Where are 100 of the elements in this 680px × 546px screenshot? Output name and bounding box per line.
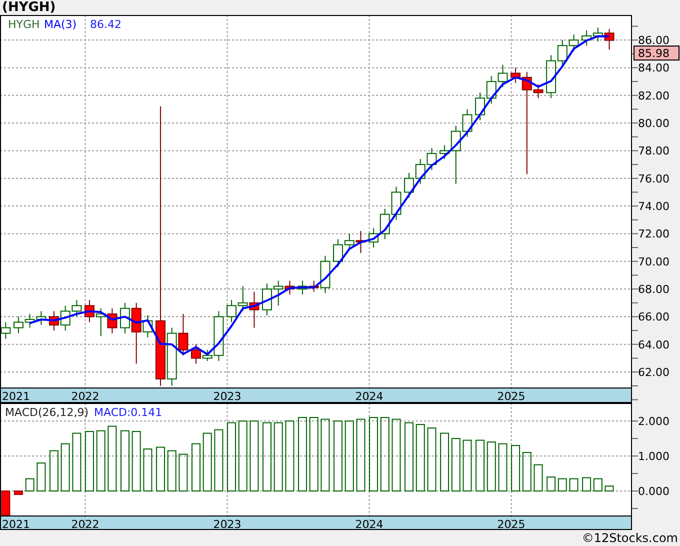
axis-label: 2023 [213, 518, 242, 530]
macd-bar [108, 426, 117, 492]
macd-bar [440, 432, 450, 492]
candlestick [178, 313, 188, 356]
axis-label: 2022 [71, 390, 100, 403]
macd-bar [156, 446, 165, 492]
macd-bar [178, 454, 188, 492]
macd-bar [167, 450, 176, 492]
axis-label: 62.00 [638, 366, 670, 380]
macd-bar [534, 464, 543, 492]
candlestick [498, 64, 508, 88]
axis-label: 86.00 [638, 34, 670, 48]
macd-bar [96, 430, 106, 492]
macd-bar [558, 478, 567, 492]
macd-bar [36, 462, 46, 492]
macd-bar [14, 490, 23, 495]
axis-label: 84.00 [638, 62, 670, 75]
candlestick [48, 310, 59, 332]
candlestick [404, 172, 414, 198]
macd-bar [498, 443, 508, 492]
axis-label: 70.00 [638, 255, 670, 268]
axis-label: 76.00 [638, 172, 670, 186]
axis-label: 2021 [2, 390, 30, 403]
macd-bar [192, 443, 200, 492]
macd-bar [202, 432, 212, 492]
candlestick [226, 300, 236, 323]
candlestick [24, 313, 35, 328]
candlestick [356, 230, 366, 254]
indicator-label: MA(3) [44, 18, 77, 31]
axis-label: 2025 [497, 518, 526, 530]
macd-bar [416, 424, 425, 492]
candlestick [475, 92, 486, 121]
axis-label: 72.00 [638, 228, 670, 241]
candlestick [262, 283, 272, 316]
axis-label: 2021 [2, 518, 30, 530]
axis-label: 82.00 [638, 89, 670, 102]
axis-label: 68.00 [638, 283, 670, 296]
macd-bar [582, 477, 592, 492]
macd-bar [238, 420, 248, 492]
macd-bar [60, 443, 70, 492]
macd-bar [274, 422, 283, 492]
axis-label: 2.000 [638, 415, 670, 428]
macd-bar [262, 422, 272, 492]
last-price-tag: 85.98 [634, 46, 680, 61]
macd-bar [511, 445, 520, 492]
candlestick [36, 310, 46, 326]
macd-bar [486, 442, 496, 492]
macd-bar [214, 429, 224, 492]
axis-label: 0.000 [638, 485, 670, 498]
candlestick [249, 291, 260, 328]
macd-value: MACD:0.141 [94, 406, 162, 419]
macd-bar [143, 448, 152, 492]
macd-bar [604, 486, 614, 492]
macd-bar [25, 478, 34, 492]
axis-label: 2022 [71, 518, 100, 530]
axis-label: 1.000 [638, 450, 670, 463]
candlestick [238, 286, 248, 312]
macd-bar [546, 476, 556, 492]
macd-bar [132, 431, 141, 492]
macd-bar [84, 431, 94, 492]
copyright-text: ©12Stocks.com [582, 531, 678, 545]
axis-label: 2024 [355, 518, 384, 530]
macd-bar [49, 450, 58, 492]
macd-bar [569, 478, 578, 492]
macd-bar [227, 422, 236, 492]
candlestick [415, 158, 426, 184]
macd-bar [344, 420, 354, 492]
candlestick [298, 280, 308, 296]
candlestick [84, 300, 94, 323]
axis-label: 2024 [355, 390, 384, 403]
candlestick [486, 76, 496, 104]
macd-bar [462, 440, 472, 492]
axis-label: 2025 [497, 390, 526, 403]
candlestick [13, 316, 24, 334]
candlestick [391, 186, 402, 220]
macd-bar [72, 432, 82, 492]
axis-label: 66.00 [638, 310, 670, 324]
axis-label: 80.00 [638, 117, 670, 130]
macd-bar [334, 420, 343, 492]
candlestick [582, 30, 592, 46]
macd-bar [593, 478, 602, 492]
candlestick [0, 322, 11, 340]
axis-label: 78.00 [638, 144, 670, 158]
axis-label: 64.00 [638, 338, 670, 352]
macd-bar [522, 452, 532, 492]
macd-bar [285, 420, 294, 492]
macd-bar [250, 420, 259, 492]
axis-label: 2023 [213, 390, 242, 403]
indicator-value: 86.42 [90, 18, 122, 31]
candlestick [426, 147, 437, 171]
symbol-label: HYGH [8, 18, 40, 31]
macd-bar [404, 422, 414, 492]
macd-bar [427, 428, 436, 492]
macd-label: MACD(26,12,9) [5, 406, 89, 419]
axis-label: 74.00 [638, 200, 670, 214]
macd-bar [1, 490, 10, 516]
macd-bar [451, 438, 460, 492]
candlestick [107, 308, 118, 334]
candlestick [96, 308, 106, 337]
chart-title: (HYGH) [2, 0, 56, 15]
